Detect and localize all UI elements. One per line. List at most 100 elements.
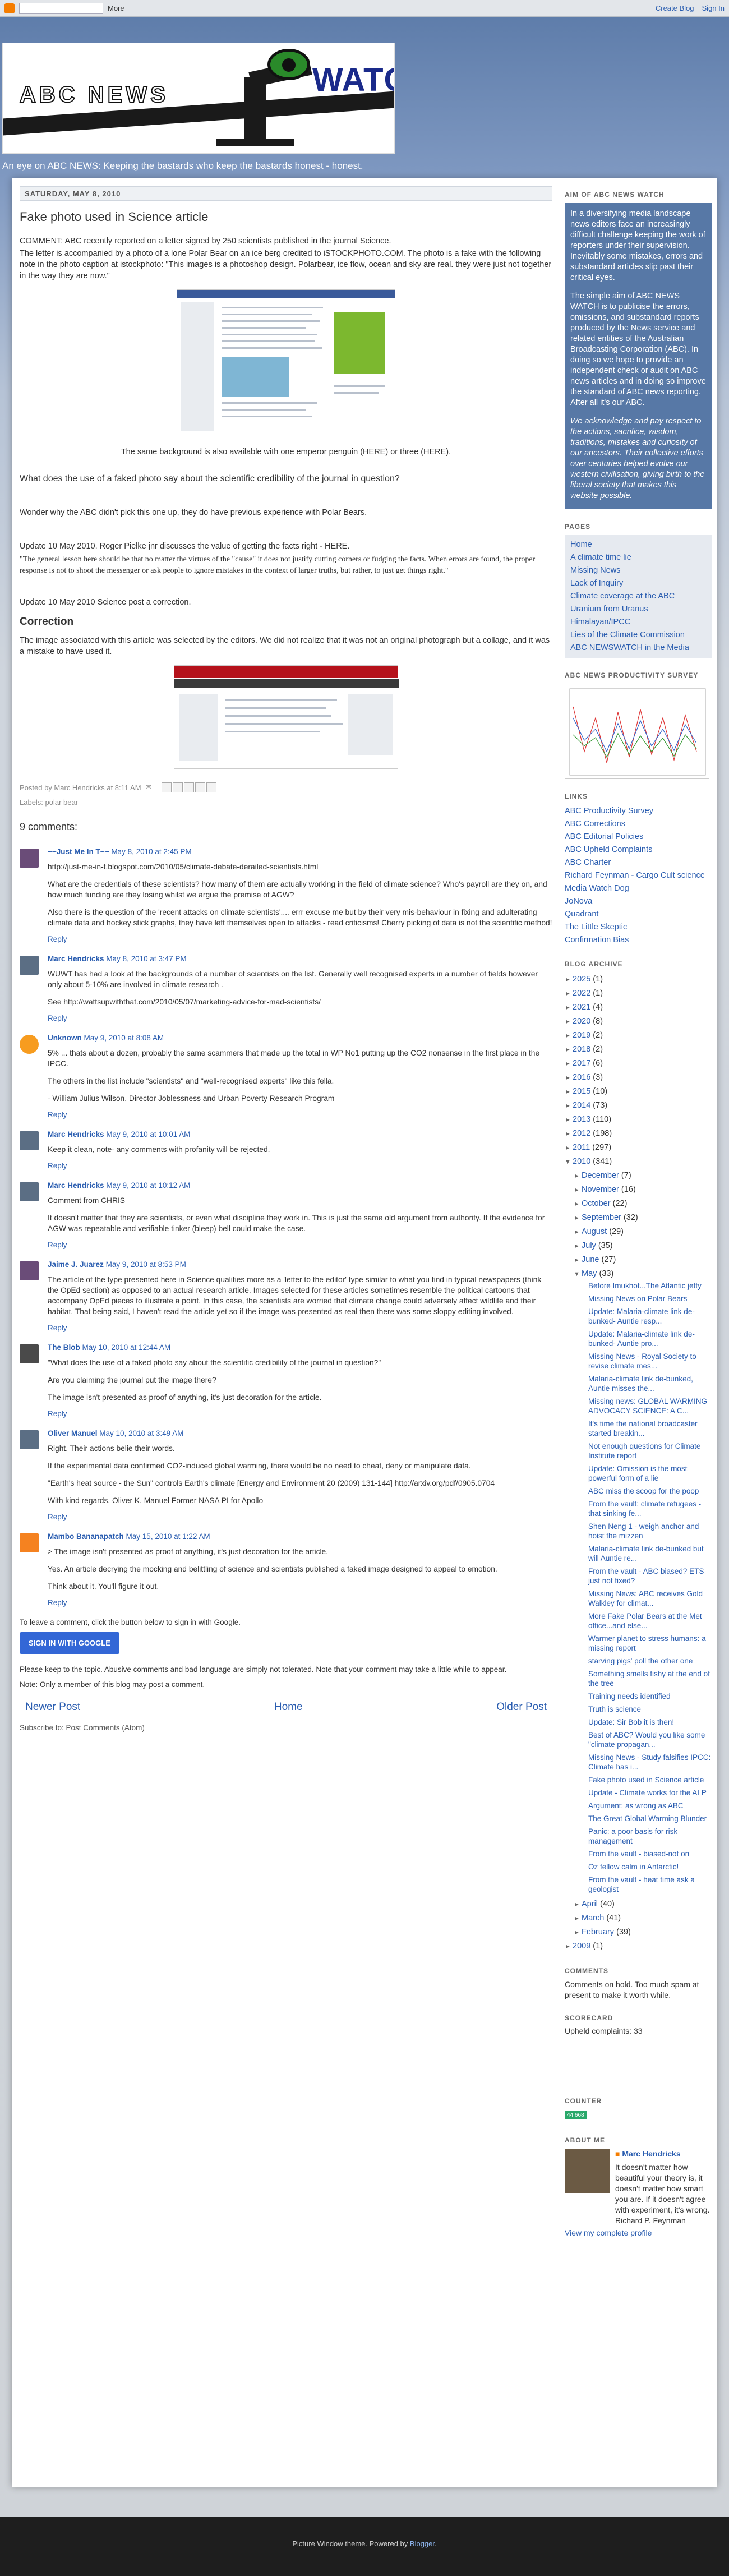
archive-post-link[interactable]: Missing news: GLOBAL WARMING ADVOCACY SC…: [588, 1397, 712, 1416]
comment-timestamp[interactable]: May 9, 2010 at 8:08 AM: [84, 1034, 164, 1042]
posted-by[interactable]: Posted by Marc Hendricks at 8:11 AM: [20, 784, 141, 792]
archive-link[interactable]: 2011: [573, 1143, 590, 1152]
archive-post-link[interactable]: From the vault - biased-not on: [588, 1849, 712, 1859]
commenter-name[interactable]: The Blob: [48, 1343, 80, 1352]
archive-link[interactable]: April: [582, 1900, 598, 1909]
header-banner-image[interactable]: ABC NEWS WATCH: [2, 43, 395, 154]
expand-toggle-icon[interactable]: ►: [565, 973, 573, 987]
archive-post-link[interactable]: The Great Global Warming Blunder: [588, 1814, 712, 1823]
archive-post-link[interactable]: Missing News - Royal Society to revise c…: [588, 1352, 712, 1371]
comment-timestamp[interactable]: May 15, 2010 at 1:22 AM: [126, 1532, 210, 1541]
archive-post-link[interactable]: Missing News: ABC receives Gold Walkley …: [588, 1589, 712, 1608]
expand-toggle-icon[interactable]: ►: [565, 1015, 573, 1029]
expand-toggle-icon[interactable]: ►: [574, 1211, 582, 1225]
archive-post-link[interactable]: Oz fellow calm in Antarctic!: [588, 1862, 712, 1872]
archive-post-link[interactable]: Missing News - Study falsifies IPCC: Cli…: [588, 1753, 712, 1772]
expand-toggle-icon[interactable]: ►: [574, 1169, 582, 1183]
page-link[interactable]: Himalayan/IPCC: [570, 616, 706, 629]
productivity-survey-chart[interactable]: [565, 684, 709, 779]
commenter-avatar-icon[interactable]: [20, 956, 39, 975]
reply-link[interactable]: Reply: [48, 1598, 552, 1607]
newer-post-link[interactable]: Newer Post: [25, 1701, 80, 1713]
expand-toggle-icon[interactable]: ►: [574, 1183, 582, 1197]
expand-toggle-icon[interactable]: ►: [565, 1057, 573, 1071]
archive-post-link[interactable]: Malaria-climate link de-bunked, Auntie m…: [588, 1374, 712, 1393]
comment-timestamp[interactable]: May 8, 2010 at 3:47 PM: [106, 955, 186, 963]
page-link[interactable]: Climate coverage at the ABC: [570, 590, 706, 603]
sidebar-link[interactable]: Confirmation Bias: [565, 934, 712, 947]
commenter-avatar-icon[interactable]: [20, 1261, 39, 1280]
page-link[interactable]: Lack of Inquiry: [570, 577, 706, 590]
commenter-avatar-icon[interactable]: [20, 1131, 39, 1150]
comment-timestamp[interactable]: May 9, 2010 at 10:12 AM: [106, 1181, 190, 1190]
navbar-more-button[interactable]: More: [108, 4, 124, 12]
archive-post-link[interactable]: Update - Climate works for the ALP: [588, 1788, 712, 1798]
archive-post-link[interactable]: Best of ABC? Would you like some "climat…: [588, 1730, 712, 1749]
archive-link[interactable]: 2014: [573, 1101, 590, 1110]
archive-link[interactable]: 2022: [573, 989, 590, 998]
commenter-avatar-icon[interactable]: [20, 1182, 39, 1201]
blogthis-icon[interactable]: [173, 782, 183, 792]
archive-link[interactable]: 2015: [573, 1087, 590, 1096]
archive-link[interactable]: 2021: [573, 1003, 590, 1012]
reply-link[interactable]: Reply: [48, 1324, 552, 1332]
expand-toggle-icon[interactable]: ►: [565, 1043, 573, 1057]
archive-post-link[interactable]: Update: Malaria-climate link de-bunked- …: [588, 1307, 712, 1326]
sidebar-link[interactable]: ABC Corrections: [565, 818, 712, 831]
comment-timestamp[interactable]: May 10, 2010 at 3:49 AM: [99, 1429, 183, 1437]
archive-link[interactable]: 2016: [573, 1073, 590, 1082]
expand-toggle-icon[interactable]: ►: [574, 1898, 582, 1911]
archive-post-link[interactable]: Truth is science: [588, 1704, 712, 1714]
profile-photo[interactable]: [565, 2149, 610, 2193]
archive-post-link[interactable]: Panic: a poor basis for risk management: [588, 1827, 712, 1846]
archive-post-link[interactable]: From the vault - heat time ask a geologi…: [588, 1875, 712, 1894]
blogger-link[interactable]: Blogger: [410, 2540, 435, 2548]
reply-link[interactable]: Reply: [48, 1110, 552, 1119]
expand-toggle-icon[interactable]: ►: [574, 1254, 582, 1267]
expand-toggle-icon[interactable]: ►: [574, 1197, 582, 1211]
sidebar-link[interactable]: ABC Productivity Survey: [565, 805, 712, 818]
archive-post-link[interactable]: Not enough questions for Climate Institu…: [588, 1441, 712, 1460]
page-link[interactable]: ABC NEWSWATCH in the Media: [570, 642, 706, 655]
page-link[interactable]: Missing News: [570, 564, 706, 577]
archive-link[interactable]: May: [582, 1269, 597, 1278]
expand-toggle-icon[interactable]: ▼: [565, 1155, 573, 1169]
email-share-icon[interactable]: [162, 782, 172, 792]
commenter-name[interactable]: Oliver Manuel: [48, 1429, 98, 1437]
older-post-link[interactable]: Older Post: [496, 1701, 547, 1713]
expand-toggle-icon[interactable]: ►: [565, 987, 573, 1001]
sidebar-link[interactable]: ABC Editorial Policies: [565, 831, 712, 844]
archive-link[interactable]: November: [582, 1185, 619, 1194]
commenter-name[interactable]: ~~Just Me In T~~: [48, 847, 109, 856]
archive-link[interactable]: 2009: [573, 1942, 590, 1951]
reply-link[interactable]: Reply: [48, 1241, 552, 1249]
sidebar-link[interactable]: ABC Charter: [565, 856, 712, 869]
sidebar-link[interactable]: Richard Feynman - Cargo Cult science: [565, 869, 712, 882]
archive-link[interactable]: 2012: [573, 1129, 590, 1138]
commenter-avatar-icon[interactable]: [20, 1533, 39, 1552]
expand-toggle-icon[interactable]: ►: [565, 1113, 573, 1127]
archive-link[interactable]: July: [582, 1241, 596, 1250]
expand-toggle-icon[interactable]: ►: [565, 1141, 573, 1155]
archive-link[interactable]: March: [582, 1914, 604, 1923]
expand-toggle-icon[interactable]: ►: [565, 1940, 573, 1953]
archive-post-link[interactable]: Update: Malaria-climate link de-bunked- …: [588, 1329, 712, 1348]
archive-link[interactable]: 2017: [573, 1059, 590, 1068]
archive-post-link[interactable]: From the vault: climate refugees - that …: [588, 1499, 712, 1518]
expand-toggle-icon[interactable]: ►: [565, 1001, 573, 1015]
commenter-avatar-icon[interactable]: [20, 1430, 39, 1449]
archive-post-link[interactable]: Fake photo used in Science article: [588, 1775, 712, 1785]
expand-toggle-icon[interactable]: ►: [565, 1071, 573, 1085]
reply-link[interactable]: Reply: [48, 1014, 552, 1022]
archive-post-link[interactable]: Update: Omission is the most powerful fo…: [588, 1464, 712, 1483]
archive-link[interactable]: 2013: [573, 1115, 590, 1124]
archive-post-link[interactable]: ABC miss the scoop for the poop: [588, 1486, 712, 1496]
sidebar-link[interactable]: Quadrant: [565, 908, 712, 921]
archive-post-link[interactable]: It's time the national broadcaster start…: [588, 1419, 712, 1438]
archive-post-link[interactable]: starving pigs' poll the other one: [588, 1656, 712, 1666]
comment-timestamp[interactable]: May 10, 2010 at 12:44 AM: [82, 1343, 171, 1352]
sign-in-link[interactable]: Sign In: [702, 4, 725, 12]
sidebar-link[interactable]: Media Watch Dog: [565, 882, 712, 895]
archive-link[interactable]: 2019: [573, 1031, 590, 1040]
reply-link[interactable]: Reply: [48, 1513, 552, 1521]
